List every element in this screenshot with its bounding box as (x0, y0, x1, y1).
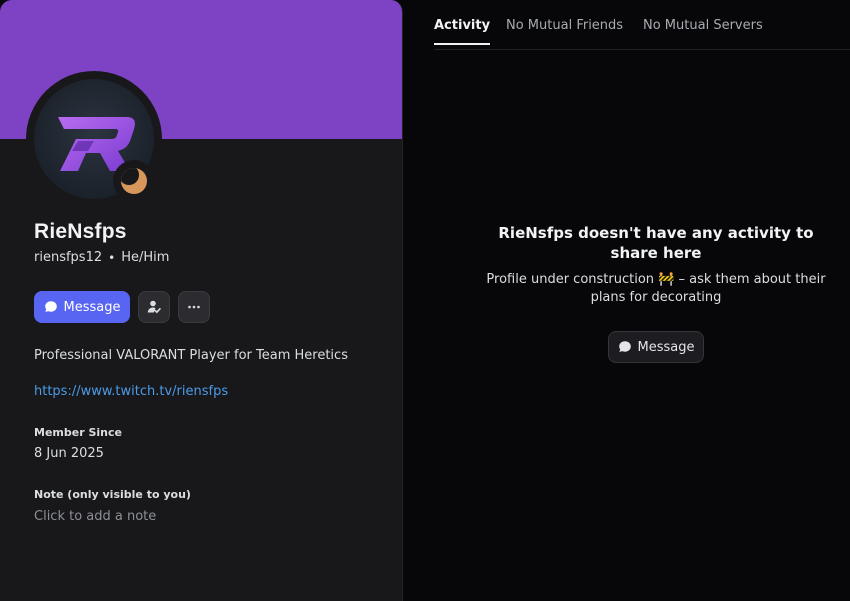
empty-activity-subtitle: Profile under construction 🚧 – ask them … (486, 272, 826, 305)
display-name: RieNsfps (34, 220, 127, 243)
add-friend-icon (147, 300, 161, 314)
note-input[interactable]: Click to add a note (34, 509, 156, 524)
chat-bubble-icon (618, 341, 631, 352)
status-indicator (113, 160, 155, 202)
twitch-link[interactable]: https://www.twitch.tv/riensfps (34, 384, 228, 399)
profile-card: RieNsfps riensfps12 • He/Him Message Pro… (0, 0, 403, 601)
message-button[interactable]: Message (34, 291, 130, 323)
more-button[interactable] (178, 291, 210, 323)
profile-tabs: Activity No Mutual Friends No Mutual Ser… (434, 0, 850, 50)
tab-mutual-friends[interactable]: No Mutual Friends (506, 18, 623, 45)
profile-bio: Professional VALORANT Player for Team He… (34, 348, 348, 363)
tab-mutual-servers[interactable]: No Mutual Servers (643, 18, 763, 45)
note-label: Note (only visible to you) (34, 488, 191, 501)
chat-bubble-icon (44, 301, 57, 312)
tab-activity[interactable]: Activity (434, 18, 491, 45)
username-row: riensfps12 • He/Him (34, 250, 169, 265)
empty-activity-title: RieNsfps doesn't have any activity to sh… (498, 224, 814, 262)
message-button-label: Message (63, 299, 121, 315)
profile-actions: Message (34, 291, 210, 323)
activity-message-label: Message (637, 339, 695, 355)
more-icon (188, 305, 200, 309)
activity-message-button[interactable]: Message (608, 331, 704, 363)
separator-dot: • (108, 250, 116, 265)
member-since-date: 8 Jun 2025 (34, 446, 104, 461)
idle-moon-icon (121, 168, 147, 194)
username[interactable]: riensfps12 (34, 250, 102, 265)
pronouns: He/Him (121, 250, 170, 265)
member-since-label: Member Since (34, 426, 122, 439)
friend-request-button[interactable] (138, 291, 170, 323)
